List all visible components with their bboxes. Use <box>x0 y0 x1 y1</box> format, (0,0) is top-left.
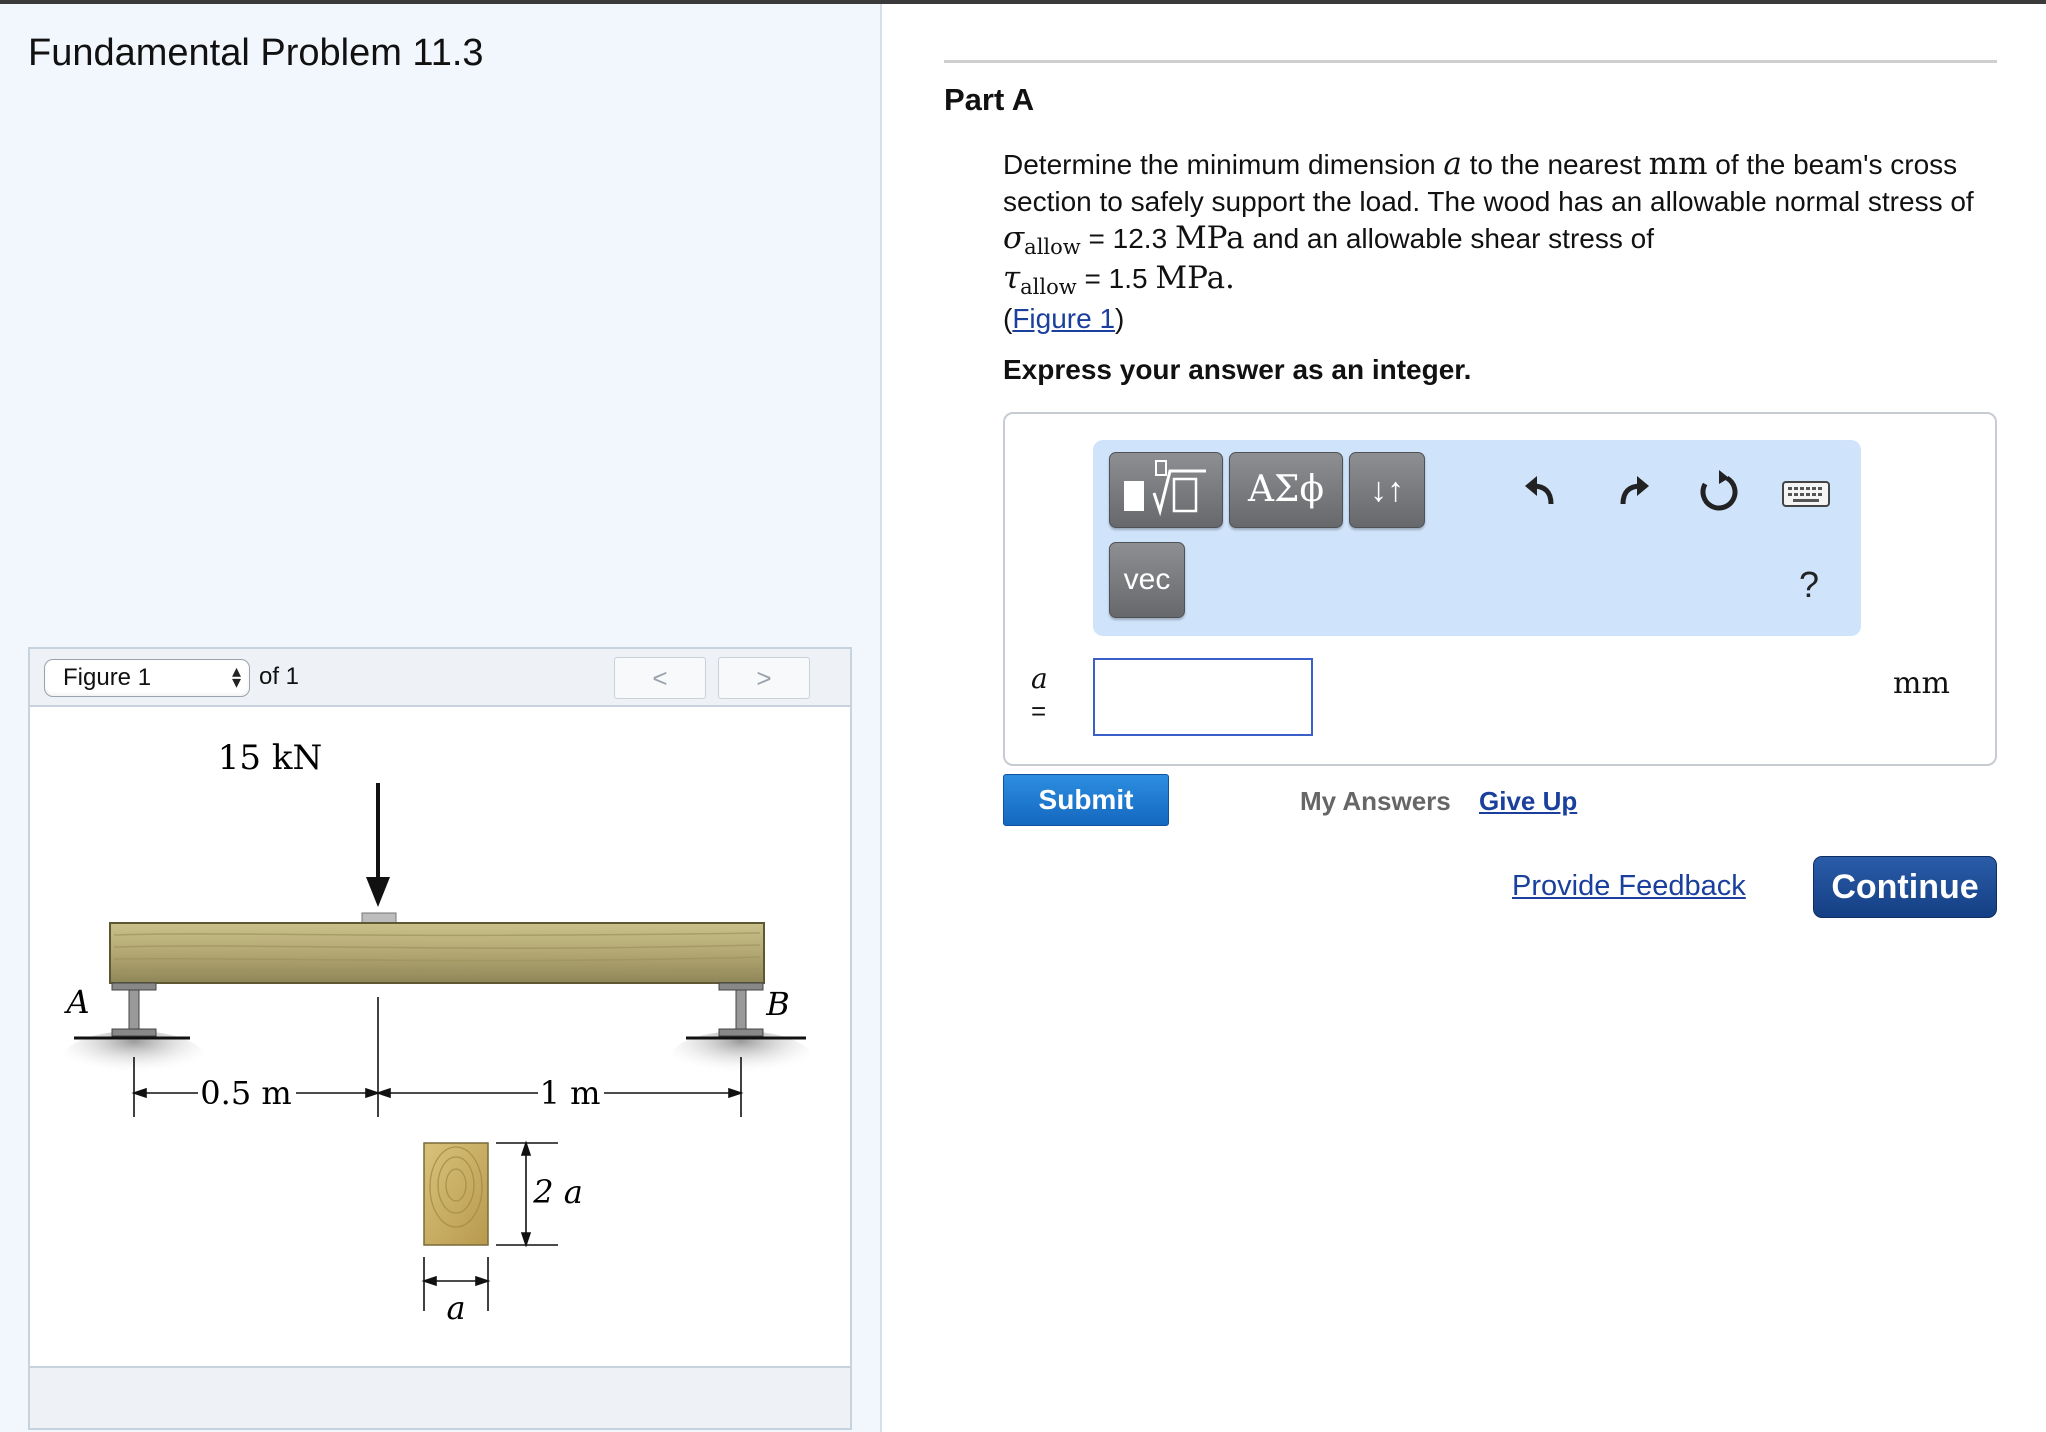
math-toolbar: ΑΣϕ ↓↑ vec ? <box>1093 440 1861 636</box>
figure-navigation-bar: Figure 1 ▴ ▾ of 1 < > <box>28 647 852 705</box>
figure-link-close: ) <box>1115 303 1125 334</box>
figure-select-value: Figure 1 <box>63 664 152 691</box>
answer-panel: ΑΣϕ ↓↑ vec ? a = mm <box>1003 412 1997 766</box>
q-mid3: and an allowable shear stress of <box>1244 223 1654 254</box>
load-plate <box>361 912 397 924</box>
figure-panel: 15 kN A B 0.5 m 1 m 2 a a <box>28 705 852 1368</box>
figure-link[interactable]: Figure 1 <box>1012 303 1115 334</box>
figure-link-open: ( <box>1003 303 1013 334</box>
give-up-link[interactable]: Give Up <box>1479 786 1577 817</box>
sigma-subscript: allow <box>1024 235 1081 259</box>
answer-unit: mm <box>1893 666 1950 701</box>
sigma-symbol: σ <box>1003 220 1025 256</box>
support-b-label: B <box>765 985 790 1023</box>
height-label: 2 a <box>532 1173 583 1211</box>
tau-subscript: allow <box>1020 275 1077 299</box>
sigma-value: = 12.3 <box>1080 223 1175 254</box>
cross-section <box>423 1142 489 1246</box>
support-a-label: A <box>63 983 89 1021</box>
answer-variable: a <box>1031 662 1048 695</box>
dim-right-label: 1 m <box>540 1074 601 1112</box>
problem-title: Fundamental Problem 11.3 <box>28 32 484 74</box>
width-label: a <box>446 1289 465 1327</box>
figure-footer <box>28 1368 852 1430</box>
redo-icon[interactable] <box>1609 470 1653 514</box>
select-updown-icon: ▴ ▾ <box>231 661 241 692</box>
templates-button[interactable] <box>1109 452 1223 528</box>
load-arrow-head <box>366 877 390 907</box>
templates-icon <box>1124 460 1206 517</box>
answer-instruction: Express your answer as an integer. <box>1003 354 1472 385</box>
my-answers-label[interactable]: My Answers <box>1300 786 1451 817</box>
beam-figure: 15 kN A B 0.5 m 1 m 2 a a <box>63 738 811 1327</box>
tau-symbol: τ <box>1003 260 1021 296</box>
keyboard-icon[interactable] <box>1781 478 1831 510</box>
provide-feedback-link[interactable]: Provide Feedback <box>1512 870 1746 903</box>
q-variable: a <box>1443 146 1462 182</box>
part-divider <box>944 60 1997 63</box>
dim-left-label: 0.5 m <box>200 1074 291 1112</box>
figure-select[interactable]: Figure 1 ▴ ▾ <box>44 659 250 697</box>
figure-count: of 1 <box>259 663 300 690</box>
part-title: Part A <box>944 82 1035 117</box>
subscript-superscript-button[interactable]: ↓↑ <box>1349 452 1425 528</box>
problem-panel: Fundamental Problem 11.3 Figure 1 ▴ ▾ of … <box>0 4 882 1432</box>
help-button[interactable]: ? <box>1799 564 1819 606</box>
tau-value: = 1.5 <box>1076 263 1156 294</box>
unit-mpa-end: MPa. <box>1155 260 1235 296</box>
undo-icon[interactable] <box>1521 470 1565 514</box>
wood-beam <box>109 922 765 984</box>
vector-button[interactable]: vec <box>1109 542 1185 618</box>
reset-icon[interactable] <box>1695 468 1743 516</box>
q-intro: Determine the minimum dimension <box>1003 149 1444 180</box>
continue-button[interactable]: Continue <box>1813 856 1997 918</box>
answer-input[interactable] <box>1093 658 1313 736</box>
greek-symbols-button[interactable]: ΑΣϕ <box>1229 452 1343 528</box>
next-figure-button[interactable]: > <box>718 657 810 699</box>
previous-figure-button[interactable]: < <box>614 657 706 699</box>
q-mid1: to the nearest <box>1461 149 1649 180</box>
question-text: Determine the minimum dimension a to the… <box>1003 146 1983 337</box>
unit-mpa: MPa <box>1174 220 1245 256</box>
submit-button[interactable]: Submit <box>1003 774 1169 826</box>
answer-equals: = <box>1031 696 1047 726</box>
load-label: 15 kN <box>218 738 322 778</box>
q-unit-mm: mm <box>1648 146 1708 182</box>
